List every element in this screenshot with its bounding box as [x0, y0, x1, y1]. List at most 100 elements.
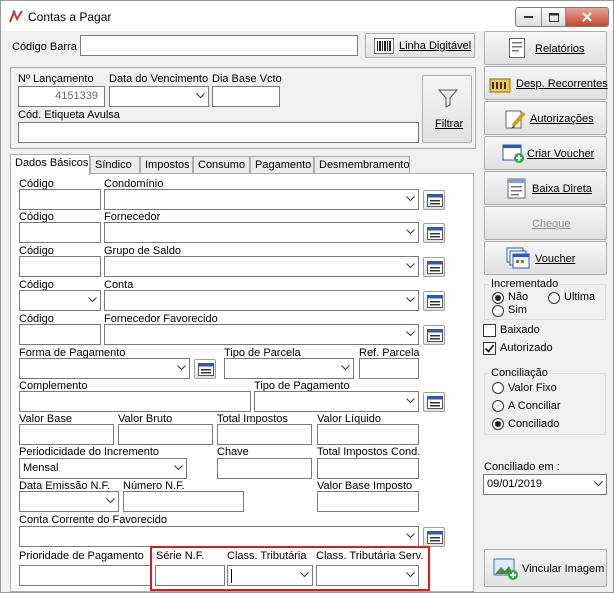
desp-recorrentes-button[interactable]: Desp. Recorrentes	[484, 66, 608, 100]
autorizado-checkbox[interactable]	[483, 342, 496, 355]
chevron-down-icon	[406, 331, 415, 337]
fornecedor-combo[interactable]	[104, 222, 419, 243]
filtrar-button[interactable]: Filtrar	[422, 75, 472, 143]
a-conciliar-label: A Conciliar	[508, 400, 561, 412]
lookup-list-icon	[427, 194, 443, 207]
conta-corrente-lookup-button[interactable]	[423, 527, 445, 547]
codigo-condominio-input[interactable]	[19, 189, 101, 210]
inc-nao-radio[interactable]	[492, 292, 504, 304]
tab-impostos[interactable]: Impostos	[140, 156, 193, 174]
conciliado-radio[interactable]	[492, 418, 504, 430]
etiqueta-label: Cód. Etiqueta Avulsa	[18, 109, 120, 121]
condominio-lookup-button[interactable]	[423, 190, 445, 210]
minimize-button[interactable]	[516, 8, 542, 26]
ref-parcela-input[interactable]	[359, 358, 419, 379]
tipo-pagamento-lookup-button[interactable]	[423, 392, 445, 412]
linha-digitavel-button[interactable]: Linha Digitável	[365, 33, 475, 58]
autorizacoes-button[interactable]: Autorizações	[484, 101, 607, 135]
inc-ultima-radio[interactable]	[548, 292, 560, 304]
codigo-conta-combo[interactable]	[19, 290, 101, 311]
create-voucher-icon	[502, 144, 524, 163]
complemento-input[interactable]	[19, 391, 251, 412]
conciliado-em-combo[interactable]: 09/01/2019	[483, 474, 607, 495]
etiqueta-input[interactable]	[18, 122, 419, 143]
vincular-imagem-button[interactable]: Vincular Imagem	[484, 549, 607, 587]
chevron-down-icon	[196, 93, 205, 99]
maximize-button[interactable]	[542, 8, 566, 26]
total-impostos-input[interactable]	[217, 424, 312, 445]
fornecedor-lookup-button[interactable]	[423, 223, 445, 243]
valor-fixo-radio[interactable]	[492, 382, 504, 394]
forma-pagamento-lookup-button[interactable]	[194, 359, 216, 379]
cheque-label: Cheque	[532, 218, 571, 230]
fornecedor-favorecido-combo[interactable]	[104, 324, 419, 345]
lancamento-input[interactable]: 4151339	[18, 86, 105, 107]
grupo-saldo-combo[interactable]	[104, 256, 419, 277]
prioridade-label: Prioridade de Pagamento	[19, 550, 144, 562]
tab-pagamento[interactable]: Pagamento	[250, 156, 314, 174]
valor-base-input[interactable]	[19, 424, 114, 445]
data-emissao-combo[interactable]	[19, 491, 119, 512]
codigo-favorecido-input[interactable]	[19, 324, 101, 345]
codigo-barra-input[interactable]	[80, 35, 358, 56]
tab-desmembramento[interactable]: Desmembramento	[314, 156, 410, 174]
autorizacoes-label: Autorizações	[530, 113, 594, 125]
autorizado-label: Autorizado	[500, 342, 553, 354]
dia-base-input[interactable]	[212, 86, 280, 107]
fornecedor-favorecido-lookup-button[interactable]	[423, 325, 445, 345]
conta-combo[interactable]	[104, 290, 419, 311]
codigo-fornecedor-input[interactable]	[19, 222, 101, 243]
conta-corrente-label: Conta Corrente do Favorecido	[19, 514, 167, 526]
tipo-parcela-combo[interactable]	[224, 358, 354, 379]
lookup-list-icon	[198, 363, 214, 376]
valor-base-imposto-input[interactable]	[317, 491, 419, 512]
close-button[interactable]	[566, 8, 608, 26]
valor-liquido-input[interactable]	[317, 424, 419, 445]
periodicidade-label: Periodicidade do Incremento	[19, 446, 160, 458]
cheque-button[interactable]: Cheque	[484, 206, 607, 240]
relatorios-button[interactable]: Relatórios	[484, 31, 607, 65]
periodicidade-combo[interactable]: Mensal	[19, 458, 187, 479]
numero-nf-input[interactable]	[123, 491, 244, 512]
voucher-icon	[506, 247, 530, 269]
codigo-grupo-input[interactable]	[19, 256, 101, 277]
chevron-down-icon	[594, 481, 603, 487]
vencimento-combo[interactable]	[109, 86, 209, 107]
grupo-saldo-lookup-button[interactable]	[423, 257, 445, 277]
chevron-down-icon	[406, 398, 415, 404]
vincular-imagem-label: Vincular Imagem	[522, 563, 605, 575]
tipo-pagamento-combo[interactable]	[254, 391, 419, 412]
valor-bruto-input[interactable]	[118, 424, 213, 445]
conta-corrente-combo[interactable]	[19, 526, 419, 547]
tab-sindico[interactable]: Síndico	[90, 156, 140, 174]
title-bar[interactable]: Contas a Pagar	[1, 1, 613, 31]
tab-consumo[interactable]: Consumo	[193, 156, 250, 174]
linha-digitavel-label: Linha Digitável	[399, 40, 472, 52]
dia-base-label: Dia Base Vcto	[212, 73, 282, 85]
baixa-direta-button[interactable]: Baixa Direta	[484, 171, 607, 205]
chave-input[interactable]	[217, 458, 312, 479]
voucher-button[interactable]: Voucher	[484, 241, 607, 275]
filter-icon	[438, 89, 458, 108]
criar-voucher-button[interactable]: Criar Voucher	[484, 136, 607, 170]
tab-dados-basicos[interactable]: Dados Básicos	[10, 154, 90, 175]
prioridade-input[interactable]	[19, 565, 151, 586]
criar-voucher-label: Criar Voucher	[527, 148, 595, 160]
condominio-combo[interactable]	[104, 189, 419, 210]
close-icon	[582, 12, 592, 22]
conta-lookup-button[interactable]	[423, 291, 445, 311]
conciliacao-title: Conciliação	[489, 367, 550, 379]
baixa-direta-icon	[507, 178, 526, 199]
chave-label: Chave	[217, 446, 249, 458]
total-impostos-cond-input[interactable]	[317, 458, 419, 479]
chevron-down-icon	[406, 263, 415, 269]
baixado-checkbox[interactable]	[483, 324, 496, 337]
chevron-down-icon	[406, 297, 415, 303]
total-impostos-cond-label: Total Impostos Cond.	[317, 446, 421, 458]
filtrar-label: Filtrar	[435, 118, 464, 130]
incrementado-title: Incrementado	[489, 278, 561, 290]
a-conciliar-radio[interactable]	[492, 400, 504, 412]
chevron-down-icon	[174, 465, 183, 471]
inc-sim-radio[interactable]	[492, 305, 504, 317]
forma-pagamento-combo[interactable]	[19, 358, 190, 379]
